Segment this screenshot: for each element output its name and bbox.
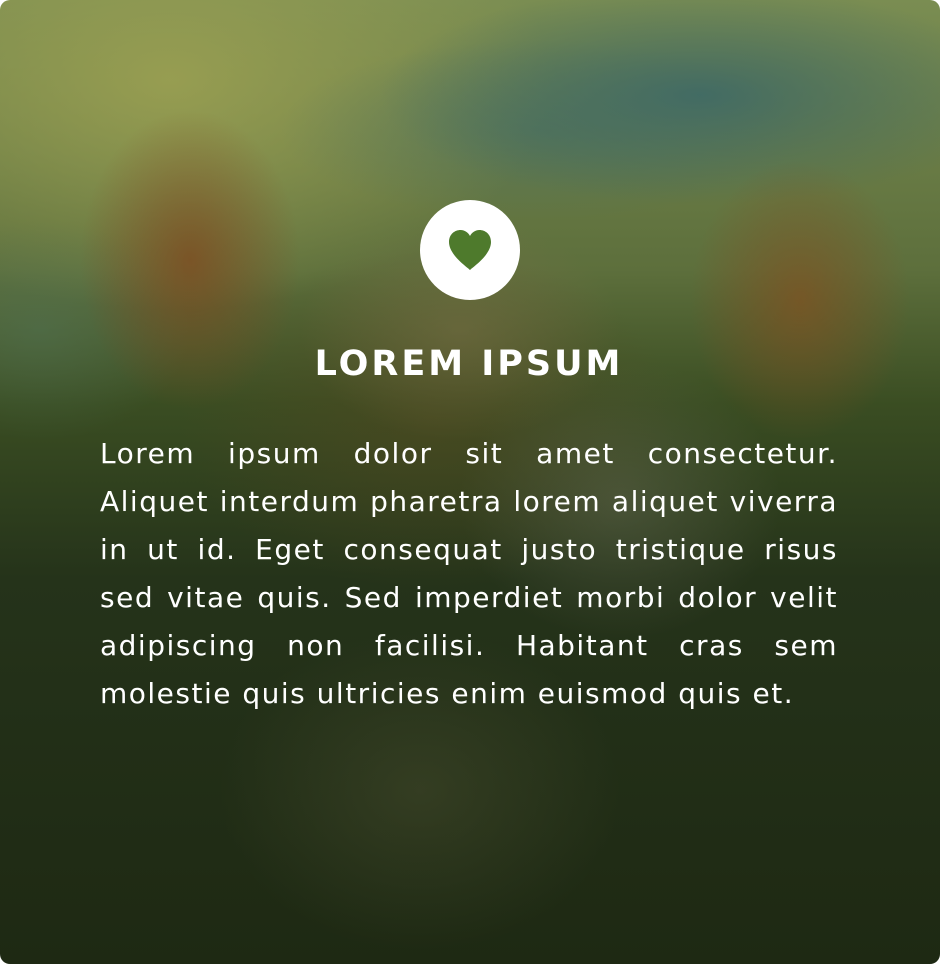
- feature-card: LOREM IPSUM Lorem ipsum dolor sit amet c…: [0, 0, 940, 964]
- card-description: Lorem ipsum dolor sit amet consectetur. …: [100, 437, 838, 710]
- heart-icon: [449, 230, 491, 270]
- card-title: LOREM IPSUM: [314, 344, 624, 384]
- icon-badge: [420, 200, 520, 300]
